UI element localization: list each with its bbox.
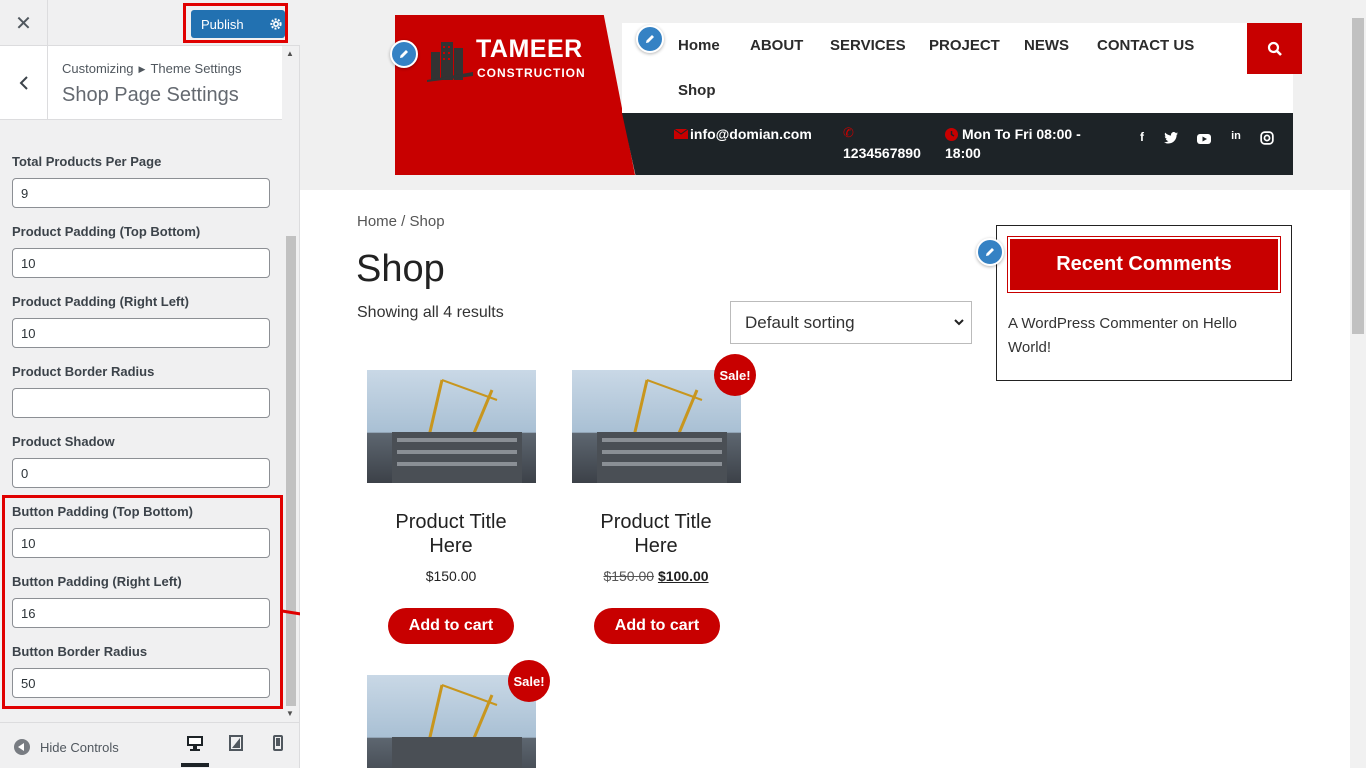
widget-title: Recent Comments [1007, 236, 1281, 293]
opening-hours-line2: 18:00 [945, 145, 981, 161]
hide-controls-label: Hide Controls [40, 739, 119, 755]
product-title-line: Product Title [600, 511, 712, 533]
comment-on-text: on [1181, 315, 1199, 332]
collapse-icon [14, 739, 30, 755]
edit-logo-pencil-icon[interactable] [390, 40, 418, 68]
desktop-preview-button[interactable] [181, 735, 209, 767]
product-shadow-label: Product Shadow [12, 434, 115, 449]
product-image[interactable] [572, 370, 741, 483]
publish-highlight-box [183, 3, 288, 43]
product-title-line: Here [429, 535, 473, 557]
customizer-header: ✕ Publish [0, 0, 300, 46]
section-header: Customizing ▶ Theme Settings Shop Page Set… [0, 46, 282, 120]
chevron-left-icon [19, 76, 28, 90]
sale-price: $100.00 [657, 568, 709, 584]
edit-menu-pencil-icon[interactable] [636, 25, 664, 53]
tablet-preview-button[interactable] [222, 735, 250, 767]
opening-hours-line1: Mon To Fri 08:00 - [962, 126, 1081, 142]
back-button[interactable] [0, 46, 48, 120]
nav-contact-us[interactable]: CONTACT US [1097, 37, 1194, 54]
breadcrumb: Customizing ▶ Theme Settings [62, 61, 242, 76]
nav-project[interactable]: PROJECT [929, 37, 1000, 54]
recent-comment-item: A WordPress Commenter on Hello World! [1008, 312, 1278, 360]
sort-select[interactable]: Default sorting [730, 301, 972, 344]
main-navigation: Home ABOUT SERVICES PROJECT NEWS CONTACT… [622, 23, 1293, 113]
page-title: Shop [356, 248, 445, 290]
sale-badge: Sale! [714, 354, 756, 396]
add-to-cart-button[interactable]: Add to cart [594, 608, 720, 644]
preview-scrollbar-thumb[interactable] [1352, 18, 1364, 334]
customizer-sidebar: ✕ Publish Customizing ▶ Theme Settings S… [0, 0, 300, 768]
triangle-right-icon: ▶ [138, 64, 146, 74]
sort-selected-value: Default sorting [745, 312, 855, 332]
contact-phone[interactable]: 1234567890 [843, 144, 921, 163]
product-padding-tb-input[interactable] [12, 248, 270, 278]
chevron-down-icon [954, 319, 964, 326]
crane-image [392, 379, 522, 483]
total-products-input[interactable] [12, 178, 270, 208]
button-settings-highlight-box [2, 495, 283, 709]
clock-icon [945, 128, 958, 141]
old-price: $150.00 [603, 568, 655, 584]
logo-title[interactable]: TAMEER [476, 35, 583, 64]
site-preview: TAMEER CONSTRUCTION Home ABOUT SERVICES … [300, 0, 1350, 768]
scroll-up-icon[interactable]: ▲ [286, 49, 294, 58]
hide-controls-button[interactable]: Hide Controls [14, 739, 119, 755]
instagram-icon[interactable] [1260, 131, 1274, 145]
crane-image [597, 379, 727, 483]
product-border-radius-label: Product Border Radius [12, 364, 155, 379]
twitter-icon[interactable] [1164, 131, 1178, 145]
product-border-radius-input[interactable] [12, 388, 270, 418]
building-logo-icon [427, 42, 473, 82]
shop-breadcrumb[interactable]: Home / Shop [357, 213, 445, 230]
panel-scrollbar-thumb[interactable] [286, 236, 296, 706]
sale-badge: Sale! [508, 660, 550, 702]
close-customizer-button[interactable]: ✕ [0, 0, 48, 46]
linkedin-icon[interactable]: in [1229, 130, 1243, 144]
product-padding-rl-label: Product Padding (Right Left) [12, 294, 189, 309]
facebook-icon[interactable]: f [1135, 130, 1149, 144]
tablet-icon [229, 735, 243, 751]
search-button[interactable] [1247, 23, 1302, 74]
breadcrumb-item: Customizing [62, 61, 134, 76]
recent-comments-widget: Recent Comments A WordPress Commenter on… [996, 225, 1292, 381]
contact-email[interactable]: info@domian.com [690, 125, 812, 144]
nav-shop[interactable]: Shop [678, 82, 716, 99]
product-price: $150.00 [425, 568, 477, 584]
logo-subtitle: CONSTRUCTION [477, 66, 586, 80]
nav-news[interactable]: NEWS [1024, 37, 1069, 54]
phone-icon: ✆ [843, 125, 854, 140]
product-padding-rl-input[interactable] [12, 318, 270, 348]
edit-widget-pencil-icon[interactable] [976, 238, 1004, 266]
breadcrumb-item: Theme Settings [150, 61, 242, 76]
product-title[interactable]: Product Title Here [556, 510, 756, 558]
nav-services[interactable]: SERVICES [830, 37, 906, 54]
total-products-label: Total Products Per Page [12, 154, 162, 169]
add-to-cart-button[interactable]: Add to cart [388, 608, 514, 644]
nav-home[interactable]: Home [678, 37, 720, 54]
product-title[interactable]: Product Title Here [351, 510, 551, 558]
mobile-icon [273, 735, 283, 751]
product-image[interactable] [367, 370, 536, 483]
nav-about[interactable]: ABOUT [750, 37, 803, 54]
scroll-down-icon[interactable]: ▼ [286, 709, 294, 718]
desktop-icon [187, 736, 203, 751]
product-price: $150.00 $100.00 [556, 568, 756, 584]
envelope-icon [674, 129, 688, 139]
close-icon: ✕ [15, 12, 32, 35]
product-shadow-input[interactable] [12, 458, 270, 488]
customizer-footer: Hide Controls [0, 722, 299, 768]
result-count: Showing all 4 results [357, 304, 504, 321]
mobile-preview-button[interactable] [264, 735, 292, 767]
youtube-icon[interactable] [1197, 132, 1211, 146]
search-icon [1267, 41, 1282, 56]
product-title-line: Here [634, 535, 678, 557]
product-title-line: Product Title [395, 511, 507, 533]
comment-author-link[interactable]: A WordPress Commenter [1008, 315, 1178, 332]
section-title: Shop Page Settings [62, 84, 239, 106]
preview-scrollbar[interactable] [1350, 0, 1366, 768]
product-padding-tb-label: Product Padding (Top Bottom) [12, 224, 201, 239]
